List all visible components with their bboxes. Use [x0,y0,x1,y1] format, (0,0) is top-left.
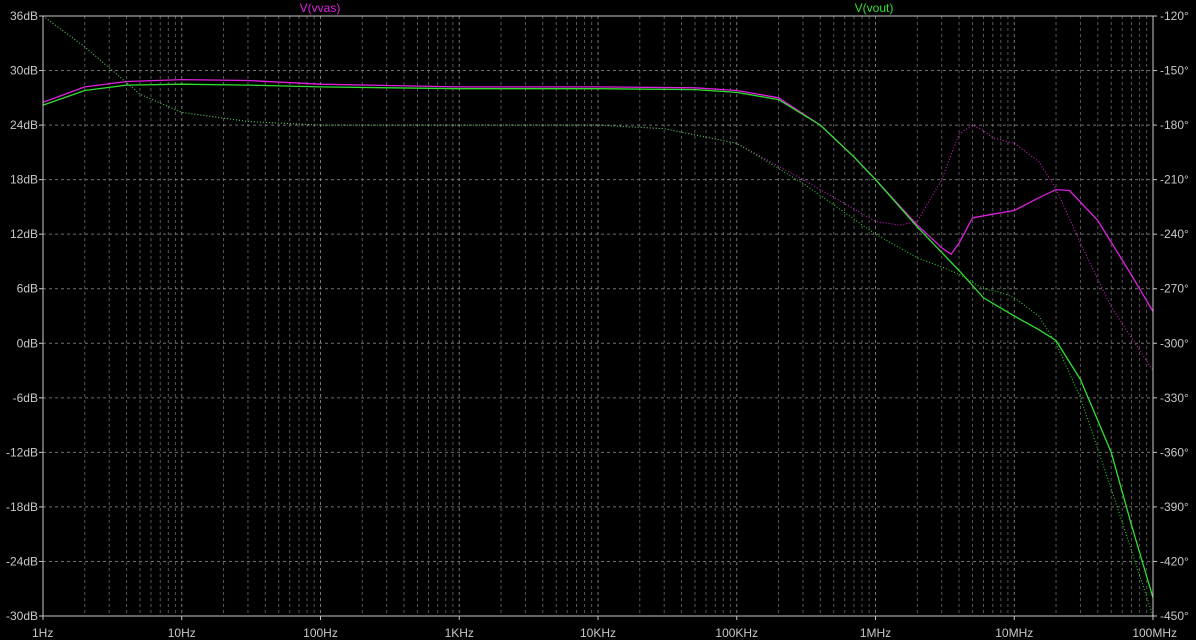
y-left-tick-label: 24dB [10,118,38,132]
y-left-tick-label: 12dB [10,227,38,241]
y-left-tick-label: 30dB [10,64,38,78]
y-right-tick-label: -330° [1160,391,1189,405]
y-right-tick-label: -450° [1160,609,1189,623]
y-left-tick-label: 18dB [10,173,38,187]
trace-name-v-vout[interactable]: V(vout) [855,1,894,15]
y-left-tick-label: 0dB [17,336,38,350]
y-left-tick-label: -12dB [6,445,38,459]
y-right-tick-label: -150° [1160,64,1189,78]
y-right-tick-label: -300° [1160,336,1189,350]
x-tick-label: 1MHz [860,626,891,640]
y-right-tick-label: -360° [1160,445,1189,459]
y-left-tick-label: -30dB [6,609,38,623]
bode-plot[interactable]: 1Hz 10Hz 100Hz 1KHz 10KHz 100KHz 1MHz 10MHz 100M… [0,0,1196,640]
x-tick-label: 100KHz [715,626,758,640]
y-right-tick-label: -240° [1160,227,1189,241]
y-left-tick-label: -18dB [6,500,38,514]
trace-name-v-vvas[interactable]: V(vvas) [300,1,341,15]
x-tick-label: 100MHz [1132,626,1177,640]
y-right-tick-label: -120° [1160,9,1189,23]
x-tick-label: 10MHz [995,626,1033,640]
y-right-tick-label: -390° [1160,500,1189,514]
x-tick-label: 100Hz [303,626,338,640]
y-right-tick-label: -420° [1160,554,1189,568]
x-tick-label: 10Hz [168,626,196,640]
y-right-tick-label: -210° [1160,173,1189,187]
x-tick-label: 10KHz [580,626,616,640]
y-left-tick-label: 6dB [17,282,38,296]
x-tick-label: 1Hz [32,626,53,640]
y-left-tick-label: -6dB [13,391,38,405]
y-left-tick-label: 36dB [10,9,38,23]
x-tick-label: 1KHz [445,626,474,640]
y-right-tick-label: -270° [1160,282,1189,296]
y-left-tick-label: -24dB [6,554,38,568]
y-right-tick-label: -180° [1160,118,1189,132]
